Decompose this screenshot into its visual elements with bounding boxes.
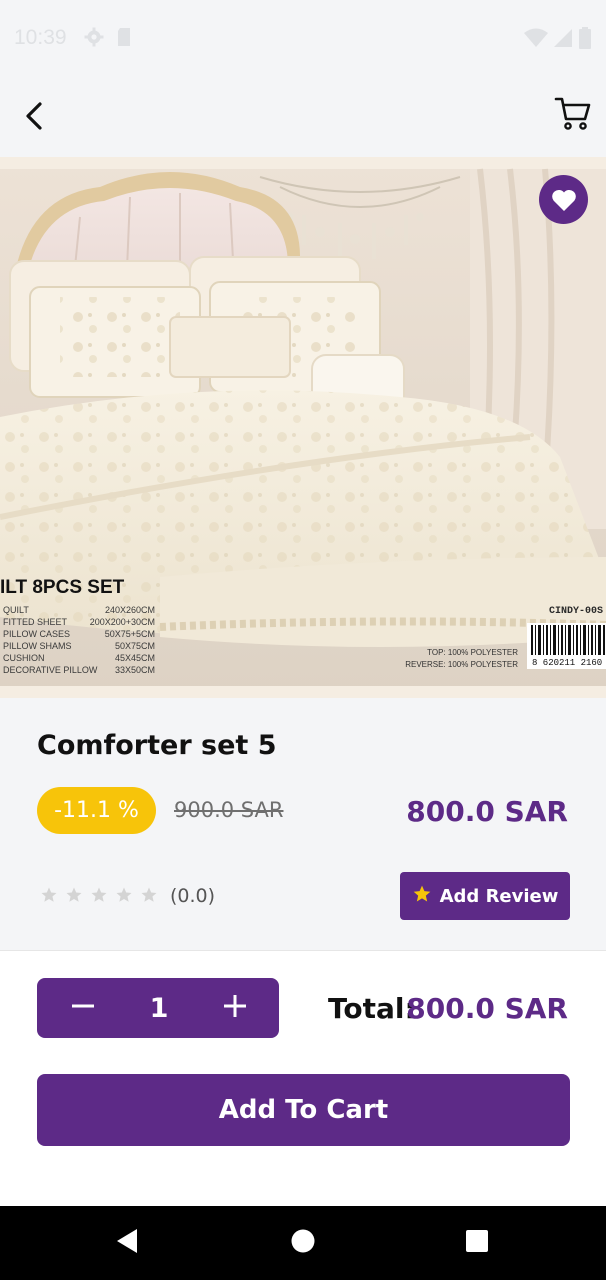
star-icon [115,886,133,908]
rating-stars [40,886,158,908]
chevron-left-icon [24,101,44,135]
spec-row: DECORATIVE PILLOW 33X50CM [3,665,155,675]
cart-button[interactable] [552,94,594,136]
product-name: Comforter set 5 [37,730,277,761]
cart-panel: 1 Total: 800.0 SAR Add To Cart [0,950,606,1206]
status-bar: 10:39 [0,0,606,78]
favorite-button[interactable] [539,175,588,224]
total-label: Total: [328,992,416,1025]
status-time: 10:39 [14,26,67,49]
sd-card-icon [116,27,132,51]
star-icon [65,886,83,908]
barcode: 8 620211 2160 [527,623,606,669]
spec-row: CUSHION 45X45CM [3,653,155,663]
star-icon [140,886,158,908]
spec-row: FITTED SHEET 200X200+30CM [3,617,155,627]
nav-back-button[interactable] [112,1228,142,1258]
nav-recents-button[interactable] [462,1228,492,1258]
minus-icon [71,994,95,1022]
quantity-stepper: 1 [37,978,279,1038]
heart-icon [551,188,577,212]
plus-icon [223,994,247,1022]
image-spec-list: QUILT 240X260CM FITTED SHEET 200X200+30CM … [3,604,155,676]
star-icon [40,886,58,908]
decrease-quantity-button[interactable] [67,992,99,1024]
nav-home-button[interactable] [288,1228,318,1258]
status-icons-left [84,27,132,51]
star-icon [412,884,432,909]
product-image: ILT 8PCS SET QUILT 240X260CM FITTED SHEET… [0,157,606,698]
back-button[interactable] [16,98,52,138]
app-bar [0,78,606,156]
system-navigation-bar [0,1206,606,1280]
wifi-icon [524,28,548,52]
add-review-label: Add Review [439,885,559,907]
quantity-value: 1 [149,992,169,1024]
barcode-number: 8 620211 2160 [532,658,603,668]
image-spec-title: ILT 8PCS SET [0,577,125,598]
spec-row: QUILT 240X260CM [3,605,155,615]
circle-home-icon [290,1228,316,1258]
barcode-bars [531,625,605,655]
status-icons-right [524,27,592,53]
triangle-back-icon [115,1228,139,1258]
add-review-button[interactable]: Add Review [400,872,570,920]
discount-badge: -11.1 % [37,787,156,834]
product-price: 800.0 SAR [406,795,568,828]
image-material-text: TOP: 100% POLYESTER REVERSE: 100% POLYES… [405,648,518,669]
old-price: 900.0 SAR [174,798,284,822]
signal-icon [552,28,574,52]
spec-row: PILLOW SHAMS 50X75CM [3,641,155,651]
battery-icon [578,27,592,53]
rating-value: (0.0) [170,885,216,907]
total-value: 800.0 SAR [406,992,568,1025]
increase-quantity-button[interactable] [219,992,251,1024]
image-model-code: CINDY-00S [549,606,604,617]
add-to-cart-button[interactable]: Add To Cart [37,1074,570,1146]
spec-row: PILLOW CASES 50X75+5CM [3,629,155,639]
cart-icon [554,94,592,136]
square-recents-icon [465,1229,489,1257]
star-icon [90,886,108,908]
settings-icon [84,27,104,51]
